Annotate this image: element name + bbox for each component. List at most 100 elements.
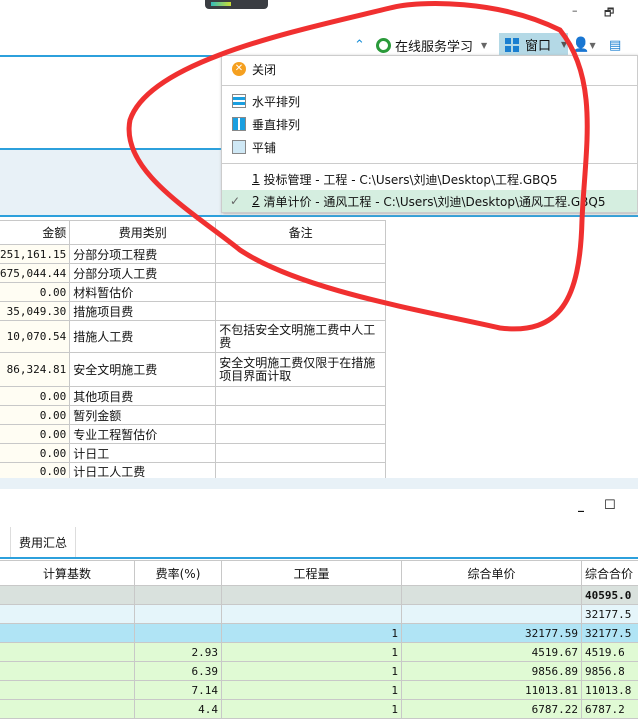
- table-cell: 安全文明施工费仅限于在措施项目界面计取: [216, 353, 386, 387]
- table-cell: [0, 643, 135, 662]
- table-cell: [0, 605, 135, 624]
- message-icon[interactable]: ▤: [609, 34, 621, 56]
- tile-horizontal-icon: [232, 94, 246, 108]
- online-service-icon: [376, 38, 391, 53]
- table-cell: 0.00: [0, 425, 70, 444]
- table-cell: [222, 586, 402, 605]
- table-row[interactable]: 7.14111013.8111013.8: [0, 681, 638, 700]
- window-menu-label: 窗口: [525, 35, 551, 54]
- table-row[interactable]: 675,044.44分部分项人工费: [0, 264, 386, 283]
- table-cell: 4519.67: [402, 643, 582, 662]
- table-row[interactable]: 0.00暂列金额: [0, 406, 386, 425]
- splitter[interactable]: [0, 478, 638, 489]
- menu-item-label: 关闭: [252, 61, 276, 78]
- table-cell: 0.00: [0, 283, 70, 302]
- dropdown-arrow-icon: ▼: [561, 40, 567, 49]
- window-label: 清单计价 - 通风工程 - C:\Users\刘迪\Desktop\通风工程.G…: [260, 193, 606, 210]
- tab-fee-summary[interactable]: 费用汇总: [10, 527, 76, 558]
- menu-item-tile-vertical[interactable]: 垂直排列: [222, 113, 637, 135]
- menu-item-close[interactable]: ✕ 关闭: [222, 58, 637, 80]
- table-cell: [216, 387, 386, 406]
- table-cell: [216, 425, 386, 444]
- table-row[interactable]: 32177.5: [0, 605, 638, 624]
- table-cell: 32177.5: [582, 605, 638, 624]
- table-cell: [216, 444, 386, 463]
- dropdown-arrow-icon: ▼: [481, 41, 487, 50]
- table-cell: 0.00: [0, 406, 70, 425]
- menu-item-label: 平铺: [252, 139, 276, 156]
- window-dropdown-menu: ✕ 关闭 水平排列 垂直排列 平铺 1 投标管理 - 工程 - C:\Users…: [221, 55, 638, 213]
- table-row[interactable]: 132177.5932177.5: [0, 624, 638, 643]
- menu-item-label: 水平排列: [252, 93, 300, 110]
- restore-button[interactable]: 🗗: [604, 4, 614, 23]
- table-cell: [402, 605, 582, 624]
- divider: [0, 215, 638, 217]
- table-cell: 10,070.54: [0, 321, 70, 353]
- table-cell: 86,324.81: [0, 353, 70, 387]
- panel-minimize-button[interactable]: _: [578, 498, 584, 512]
- table-row[interactable]: 0.00材料暂估价: [0, 283, 386, 302]
- tab-label: 费用汇总: [19, 534, 67, 551]
- menu-item-tile-horizontal[interactable]: 水平排列: [222, 90, 637, 112]
- table-cell: 措施项目费: [70, 302, 216, 321]
- table-cell: 材料暂估价: [70, 283, 216, 302]
- divider: [0, 55, 222, 57]
- table-cell: 32177.5: [582, 624, 638, 643]
- table-cell: [222, 605, 402, 624]
- column-header: 费用类别: [70, 221, 216, 245]
- column-header: 金额: [0, 221, 70, 245]
- menu-item-label: 垂直排列: [252, 116, 300, 133]
- fee-summary-table: 计算基数 费率(%) 工程量 综合单价 综合合价 40595.032177.51…: [0, 560, 638, 719]
- menu-item-window-1[interactable]: 1 投标管理 - 工程 - C:\Users\刘迪\Desktop\工程.GBQ…: [222, 168, 637, 190]
- minimize-button[interactable]: –: [572, 4, 578, 17]
- table-row[interactable]: 40595.0: [0, 586, 638, 605]
- table-cell: 分部分项工程费: [70, 245, 216, 264]
- table-row[interactable]: 0.00专业工程暂估价: [0, 425, 386, 444]
- table-cell: [216, 283, 386, 302]
- table-cell: [135, 586, 222, 605]
- online-service-label: 在线服务学习: [395, 36, 473, 55]
- table-row[interactable]: 0.00计日工: [0, 444, 386, 463]
- column-header: 计算基数: [0, 561, 135, 586]
- online-service-button[interactable]: 在线服务学习 ▼: [376, 34, 487, 56]
- table-cell: 40595.0: [582, 586, 638, 605]
- table-row[interactable]: 10,070.54措施人工费不包括安全文明施工费中人工费: [0, 321, 386, 353]
- table-cell: 0.00: [0, 387, 70, 406]
- table-cell: [135, 605, 222, 624]
- table-cell: [216, 264, 386, 283]
- table-cell: 1: [222, 624, 402, 643]
- table-cell: 9856.8: [582, 662, 638, 681]
- table-cell: 专业工程暂估价: [70, 425, 216, 444]
- table-cell: [135, 624, 222, 643]
- table-cell: 计日工: [70, 444, 216, 463]
- table-cell: [0, 586, 135, 605]
- table-cell: [402, 586, 582, 605]
- table-row[interactable]: 86,324.81安全文明施工费安全文明施工费仅限于在措施项目界面计取: [0, 353, 386, 387]
- table-cell: 11013.81: [402, 681, 582, 700]
- table-cell: 暂列金额: [70, 406, 216, 425]
- table-cell: 32177.59: [402, 624, 582, 643]
- table-cell: 251,161.15: [0, 245, 70, 264]
- table-cell: 0.00: [0, 444, 70, 463]
- table-row[interactable]: 0.00其他项目费: [0, 387, 386, 406]
- menu-item-window-2[interactable]: ✓ 2 清单计价 - 通风工程 - C:\Users\刘迪\Desktop\通风…: [222, 190, 637, 212]
- table-row[interactable]: 35,049.30措施项目费: [0, 302, 386, 321]
- table-cell: 6.39: [135, 662, 222, 681]
- window-menu-button[interactable]: 窗口 ▼: [499, 33, 568, 56]
- window-grid-icon: [505, 38, 519, 52]
- user-icon[interactable]: 👤▼: [572, 34, 596, 56]
- table-cell: [0, 662, 135, 681]
- menu-item-tile[interactable]: 平铺: [222, 136, 637, 158]
- table-cell: 9856.89: [402, 662, 582, 681]
- window-number: 2: [252, 194, 260, 208]
- collapse-ribbon-icon[interactable]: ⌃: [354, 34, 365, 56]
- table-row[interactable]: 251,161.15分部分项工程费: [0, 245, 386, 264]
- table-cell: 4519.6: [582, 643, 638, 662]
- fee-category-table: 金额费用类别备注 251,161.15分部分项工程费675,044.44分部分项…: [0, 220, 386, 481]
- table-row[interactable]: 6.3919856.899856.8: [0, 662, 638, 681]
- table-cell: 安全文明施工费: [70, 353, 216, 387]
- panel-maximize-button[interactable]: ☐: [604, 498, 616, 513]
- table-row[interactable]: 2.9314519.674519.6: [0, 643, 638, 662]
- table-cell: 675,044.44: [0, 264, 70, 283]
- taskbar-widget: [205, 0, 268, 9]
